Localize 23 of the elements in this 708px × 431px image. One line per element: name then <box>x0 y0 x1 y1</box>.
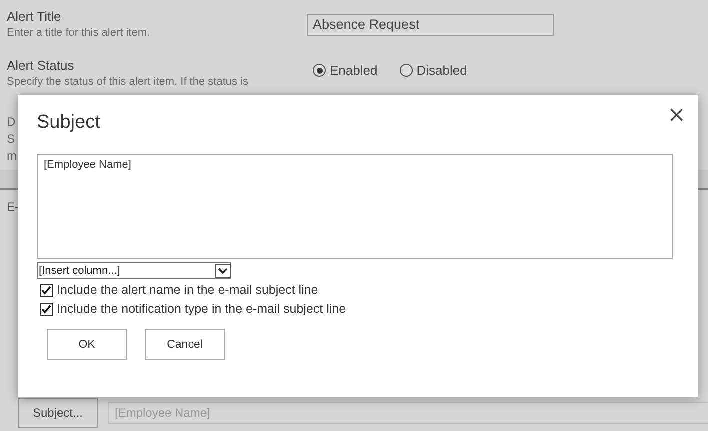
caret-icon <box>215 264 231 278</box>
checkbox-label: Include the alert name in the e-mail subject line <box>57 283 318 297</box>
subject-text-area[interactable]: [Employee Name] <box>37 154 673 259</box>
section-label: E- <box>6 199 20 214</box>
subject-button[interactable]: Subject... <box>18 398 98 428</box>
section-text: S <box>7 131 16 148</box>
section-text: D <box>7 114 16 131</box>
section-text: m <box>7 148 17 165</box>
title-field[interactable]: Absence Request <box>307 14 554 36</box>
section-label: Alert Title <box>7 9 62 24</box>
section-label: Alert Status <box>7 58 76 73</box>
radio-option[interactable]: Disabled <box>400 63 468 78</box>
close-button[interactable]: × <box>668 106 686 126</box>
section-description: Enter a title for this alert item. <box>7 27 152 39</box>
ok-button[interactable]: OK <box>47 329 127 360</box>
checkbox[interactable] <box>40 284 53 296</box>
dialog-title: Subject <box>37 112 100 135</box>
insert-column-dropdown[interactable]: [Insert column...] <box>37 262 231 279</box>
checkbox[interactable] <box>40 302 53 316</box>
checkbox-label: Include the notification type in the e-mail subject line <box>57 302 346 316</box>
radio-option[interactable]: Enabled <box>313 63 378 78</box>
section-description: Specify the status of this alert item. If the status is <box>7 76 250 88</box>
cancel-button[interactable]: Cancel <box>145 329 225 360</box>
